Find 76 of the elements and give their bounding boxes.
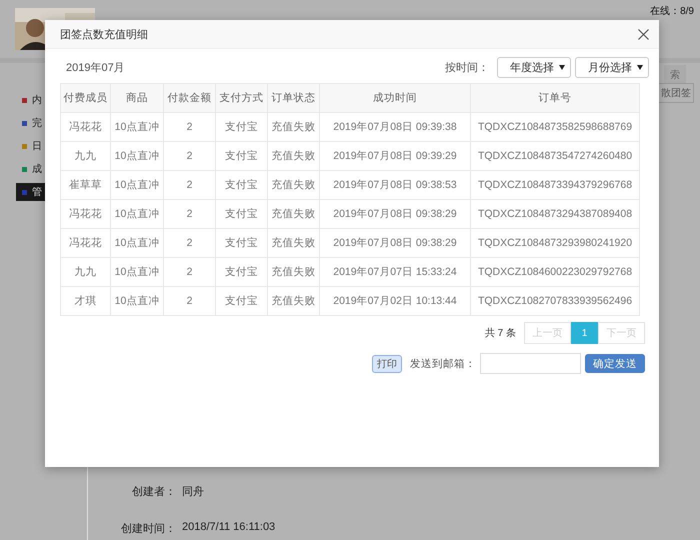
table-cell: 支付宝 bbox=[216, 170, 268, 200]
table-cell: 支付宝 bbox=[216, 112, 268, 142]
table-cell: TQDXCZ1082707833939562496 bbox=[470, 286, 640, 316]
table-cell: 充值失败 bbox=[268, 112, 320, 142]
table-cell: 2 bbox=[164, 228, 216, 258]
column-header: 支付方式 bbox=[216, 84, 268, 112]
table-cell: 2 bbox=[164, 200, 216, 228]
table-cell: TQDXCZ1084873293980241920 bbox=[470, 228, 640, 258]
sidebar-item[interactable]: 管 bbox=[16, 183, 45, 201]
table-cell: 2 bbox=[164, 170, 216, 200]
action-button[interactable]: 散团签 bbox=[658, 83, 694, 103]
table-cell: 2 bbox=[164, 286, 216, 316]
field-label: 创建者： bbox=[131, 485, 176, 499]
table-cell: 2 bbox=[164, 112, 216, 142]
table-cell: TQDXCZ1084873547274260480 bbox=[470, 142, 640, 170]
table-cell: 2 bbox=[164, 142, 216, 170]
table-cell: 充值失败 bbox=[268, 170, 320, 200]
field-value: 同舟 bbox=[182, 484, 204, 499]
table-cell: 充值失败 bbox=[268, 142, 320, 170]
column-header: 付款金额 bbox=[164, 84, 216, 112]
filter-label: 按时间： bbox=[445, 61, 489, 75]
table-cell: 支付宝 bbox=[216, 200, 268, 228]
select-dropdown[interactable]: 年度选择 bbox=[497, 57, 571, 78]
table-cell: 10点直冲 bbox=[110, 142, 164, 170]
period-label: 2019年07月 bbox=[66, 61, 125, 75]
table-cell: 充值失败 bbox=[268, 286, 320, 316]
close-icon[interactable] bbox=[638, 28, 649, 40]
table-cell: 冯花花 bbox=[60, 112, 110, 142]
select-dropdown[interactable]: 月份选择 bbox=[575, 57, 649, 78]
column-header: 订单号 bbox=[470, 84, 640, 112]
table-cell: 冯花花 bbox=[60, 228, 110, 258]
table-cell: 2019年07月08日 09:38:29 bbox=[320, 200, 470, 228]
dialog-title: 团签点数充值明细 bbox=[60, 28, 148, 42]
table-cell: 充值失败 bbox=[268, 200, 320, 228]
table-cell: 10点直冲 bbox=[110, 200, 164, 228]
table-cell: TQDXCZ1084873582598688769 bbox=[470, 112, 640, 142]
table-cell: 2019年07月08日 09:39:29 bbox=[320, 142, 470, 170]
table-cell: 充值失败 bbox=[268, 258, 320, 286]
table-cell: TQDXCZ1084873394379296768 bbox=[470, 170, 640, 200]
table-cell: 10点直冲 bbox=[110, 170, 164, 200]
send-button[interactable]: 确定发送 bbox=[585, 354, 645, 373]
column-header: 商品 bbox=[110, 84, 164, 112]
table-cell: 九九 bbox=[60, 258, 110, 286]
table-cell: 才琪 bbox=[60, 286, 110, 316]
table-cell: 充值失败 bbox=[268, 228, 320, 258]
column-header: 订单状态 bbox=[268, 84, 320, 112]
total-count: 共 7 条 bbox=[484, 326, 516, 340]
table-cell: TQDXCZ1084600223029792768 bbox=[470, 258, 640, 286]
email-label: 发送到邮箱： bbox=[410, 356, 476, 370]
table-cell: 2019年07月07日 15:33:24 bbox=[320, 258, 470, 286]
table-cell: 2 bbox=[164, 258, 216, 286]
field-value: 2018/7/11 16:11:03 bbox=[182, 521, 276, 535]
table-cell: 2019年07月08日 09:38:29 bbox=[320, 228, 470, 258]
table-cell: 九九 bbox=[60, 142, 110, 170]
email-field[interactable] bbox=[480, 353, 581, 374]
caret-icon bbox=[637, 65, 643, 70]
table-cell: 10点直冲 bbox=[110, 286, 164, 316]
table-cell: 10点直冲 bbox=[110, 112, 164, 142]
table-cell: 支付宝 bbox=[216, 258, 268, 286]
table-cell: 崔草草 bbox=[60, 170, 110, 200]
table-cell: 冯花花 bbox=[60, 200, 110, 228]
table-cell: 支付宝 bbox=[216, 286, 268, 316]
table-cell: 10点直冲 bbox=[110, 258, 164, 286]
column-header: 成功时间 bbox=[320, 84, 470, 112]
table-cell: 支付宝 bbox=[216, 228, 268, 258]
table-cell: 2019年07月02日 10:13:44 bbox=[320, 286, 470, 316]
online-count: 在线：8/9 bbox=[650, 4, 694, 18]
table-cell: 支付宝 bbox=[216, 142, 268, 170]
caret-icon bbox=[559, 65, 565, 70]
print-button[interactable]: 打印 bbox=[372, 354, 402, 372]
column-header: 付费成员 bbox=[60, 84, 110, 112]
field-label: 创建时间： bbox=[120, 522, 176, 536]
table-cell: 10点直冲 bbox=[110, 228, 164, 258]
table-cell: TQDXCZ1084873294387089408 bbox=[470, 200, 640, 228]
table-cell: 2019年07月08日 09:38:53 bbox=[320, 170, 470, 200]
table-cell: 2019年07月08日 09:39:38 bbox=[320, 112, 470, 142]
